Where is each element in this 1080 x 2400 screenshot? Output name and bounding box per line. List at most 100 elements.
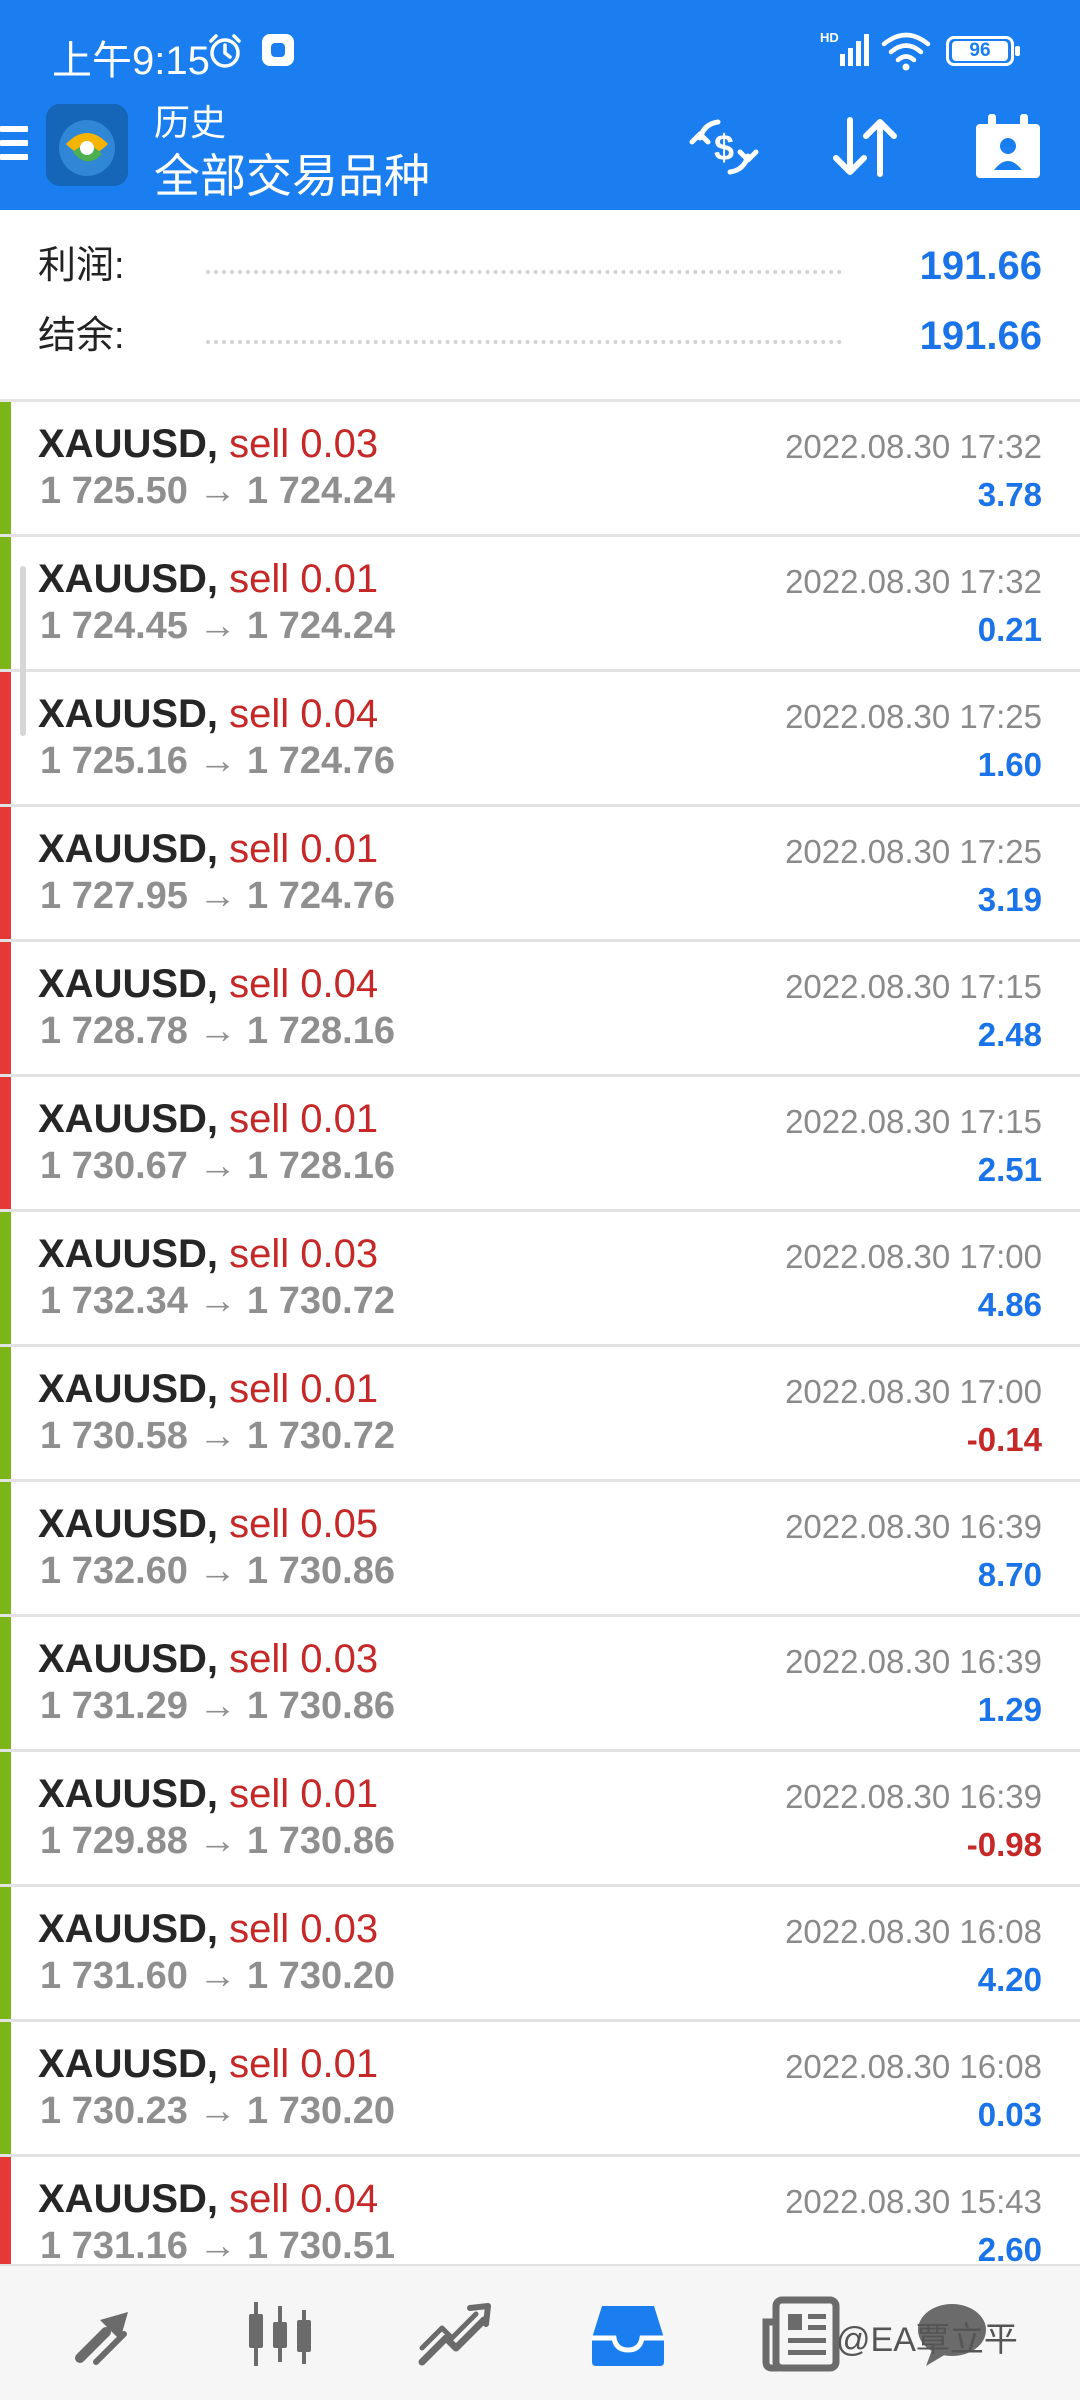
trade-side: sell 0.01 bbox=[229, 557, 379, 601]
arrow-icon: → bbox=[198, 2090, 237, 2132]
open-price: 1 731.60 bbox=[40, 1955, 188, 1997]
trade-row[interactable]: XAUUSD, sell 0.01 1 724.45 → 1 724.24 2022… bbox=[0, 537, 1080, 672]
trade-side: sell 0.03 bbox=[229, 422, 379, 466]
trade-side: sell 0.04 bbox=[229, 962, 379, 1006]
trade-side: sell 0.04 bbox=[229, 2177, 379, 2221]
trade-side: sell 0.03 bbox=[229, 1907, 379, 1951]
trade-direction-bar bbox=[0, 2022, 11, 2154]
trade-time: 2022.08.30 17:25 bbox=[785, 698, 1042, 735]
chart-icon[interactable] bbox=[238, 2292, 322, 2376]
arrow-icon: → bbox=[198, 2225, 237, 2264]
bottom-navigation: @EA覃立平 bbox=[0, 2264, 1080, 2400]
trade-symbol: XAUUSD, sell 0.03 bbox=[38, 1907, 378, 1952]
arrow-icon: → bbox=[198, 1955, 237, 1997]
symbol-filter-title[interactable]: 全部交易品种 bbox=[154, 140, 430, 206]
trade-direction-bar bbox=[0, 1887, 11, 2019]
trade-side: sell 0.04 bbox=[229, 692, 379, 736]
trade-time: 2022.08.30 17:25 bbox=[785, 833, 1042, 870]
notification-icon bbox=[262, 34, 294, 66]
open-price: 1 725.16 bbox=[40, 740, 188, 782]
trade-symbol: XAUUSD, sell 0.04 bbox=[38, 2177, 378, 2222]
close-price: 1 728.16 bbox=[247, 1145, 395, 1187]
trade-prices: 1 732.34 → 1 730.72 bbox=[40, 1280, 395, 1323]
trade-direction-bar bbox=[0, 1752, 11, 1884]
trade-row[interactable]: XAUUSD, sell 0.04 1 725.16 → 1 724.76 2022… bbox=[0, 672, 1080, 807]
arrow-icon: → bbox=[198, 1010, 237, 1052]
close-price: 1 724.24 bbox=[247, 605, 395, 647]
arrow-icon: → bbox=[198, 1550, 237, 1592]
trade-direction-bar bbox=[0, 942, 11, 1074]
trade-row[interactable]: XAUUSD, sell 0.03 1 731.29 → 1 730.86 2022… bbox=[0, 1617, 1080, 1752]
trade-side: sell 0.03 bbox=[229, 1637, 379, 1681]
trade-row[interactable]: XAUUSD, sell 0.03 1 725.50 → 1 724.24 2022… bbox=[0, 402, 1080, 537]
trade-profit: 0.21 bbox=[977, 611, 1042, 648]
symbol-text: XAUUSD, bbox=[38, 827, 219, 871]
profit-label: 利润: bbox=[38, 245, 125, 287]
arrow-icon: → bbox=[198, 1280, 237, 1322]
open-price: 1 732.34 bbox=[40, 1280, 188, 1322]
open-price: 1 724.45 bbox=[40, 605, 188, 647]
close-price: 1 724.76 bbox=[247, 875, 395, 917]
screen-title: 历史 bbox=[154, 102, 227, 143]
trade-profit: 3.78 bbox=[977, 476, 1042, 513]
trade-row[interactable]: XAUUSD, sell 0.01 1 729.88 → 1 730.86 2022… bbox=[0, 1752, 1080, 1887]
trade-direction-bar bbox=[0, 807, 11, 939]
trade-prices: 1 724.45 → 1 724.24 bbox=[40, 605, 395, 648]
trade-symbol: XAUUSD, sell 0.01 bbox=[38, 827, 378, 872]
trade-prices: 1 732.60 → 1 730.86 bbox=[40, 1550, 395, 1593]
arrow-icon: → bbox=[198, 1685, 237, 1727]
trade-symbol: XAUUSD, sell 0.05 bbox=[38, 1502, 378, 1547]
menu-icon[interactable] bbox=[0, 126, 28, 166]
arrow-icon: → bbox=[198, 1415, 237, 1457]
trade-symbol: XAUUSD, sell 0.01 bbox=[38, 1367, 378, 1412]
history-icon[interactable] bbox=[586, 2292, 670, 2376]
calendar-icon[interactable] bbox=[970, 112, 1046, 182]
trade-history-list[interactable]: XAUUSD, sell 0.03 1 725.50 → 1 724.24 2022… bbox=[0, 402, 1080, 2264]
open-price: 1 732.60 bbox=[40, 1550, 188, 1592]
trade-row[interactable]: XAUUSD, sell 0.04 1 731.16 → 1 730.51 2022… bbox=[0, 2157, 1080, 2264]
open-price: 1 728.78 bbox=[40, 1010, 188, 1052]
trade-row[interactable]: XAUUSD, sell 0.01 1 730.58 → 1 730.72 2022… bbox=[0, 1347, 1080, 1482]
symbol-text: XAUUSD, bbox=[38, 692, 219, 736]
trade-row[interactable]: XAUUSD, sell 0.01 1 730.67 → 1 728.16 2022… bbox=[0, 1077, 1080, 1212]
arrow-icon: → bbox=[198, 470, 237, 512]
trade-side: sell 0.01 bbox=[229, 1367, 379, 1411]
close-price: 1 730.86 bbox=[247, 1820, 395, 1862]
trade-row[interactable]: XAUUSD, sell 0.01 1 727.95 → 1 724.76 2022… bbox=[0, 807, 1080, 942]
trade-time: 2022.08.30 17:15 bbox=[785, 1103, 1042, 1140]
sort-icon[interactable] bbox=[826, 112, 902, 182]
symbol-text: XAUUSD, bbox=[38, 1502, 219, 1546]
open-price: 1 731.16 bbox=[40, 2225, 188, 2264]
trade-profit: 3.19 bbox=[977, 881, 1042, 918]
trade-time: 2022.08.30 17:32 bbox=[785, 428, 1042, 465]
trade-prices: 1 728.78 → 1 728.16 bbox=[40, 1010, 395, 1053]
trade-direction-bar bbox=[0, 1212, 11, 1344]
trade-profit: -0.98 bbox=[966, 1826, 1042, 1863]
close-price: 1 730.51 bbox=[247, 2225, 395, 2264]
quotes-icon[interactable] bbox=[66, 2292, 150, 2376]
arrow-icon: → bbox=[198, 875, 237, 917]
symbol-text: XAUUSD, bbox=[38, 962, 219, 1006]
trade-symbol: XAUUSD, sell 0.03 bbox=[38, 422, 378, 467]
currency-exchange-icon[interactable]: $ bbox=[686, 112, 762, 182]
news-icon[interactable] bbox=[760, 2292, 844, 2376]
symbol-text: XAUUSD, bbox=[38, 2177, 219, 2221]
close-price: 1 728.16 bbox=[247, 1010, 395, 1052]
watermark-text: @EA覃立平 bbox=[836, 2321, 1018, 2359]
scrollbar-thumb[interactable] bbox=[20, 566, 26, 736]
trade-symbol: XAUUSD, sell 0.01 bbox=[38, 2042, 378, 2087]
arrow-icon: → bbox=[198, 605, 237, 647]
app-logo[interactable] bbox=[46, 104, 128, 186]
trade-symbol: XAUUSD, sell 0.01 bbox=[38, 1097, 378, 1142]
trade-row[interactable]: XAUUSD, sell 0.04 1 728.78 → 1 728.16 2022… bbox=[0, 942, 1080, 1077]
trade-row[interactable]: XAUUSD, sell 0.01 1 730.23 → 1 730.20 2022… bbox=[0, 2022, 1080, 2157]
trade-row[interactable]: XAUUSD, sell 0.03 1 732.34 → 1 730.72 2022… bbox=[0, 1212, 1080, 1347]
trade-side: sell 0.01 bbox=[229, 1772, 379, 1816]
open-price: 1 730.23 bbox=[40, 2090, 188, 2132]
trade-symbol: XAUUSD, sell 0.03 bbox=[38, 1232, 378, 1277]
trade-icon[interactable] bbox=[412, 2292, 496, 2376]
trade-time: 2022.08.30 17:32 bbox=[785, 563, 1042, 600]
trade-row[interactable]: XAUUSD, sell 0.03 1 731.60 → 1 730.20 2022… bbox=[0, 1887, 1080, 2022]
trade-row[interactable]: XAUUSD, sell 0.05 1 732.60 → 1 730.86 2022… bbox=[0, 1482, 1080, 1617]
trade-side: sell 0.01 bbox=[229, 2042, 379, 2086]
